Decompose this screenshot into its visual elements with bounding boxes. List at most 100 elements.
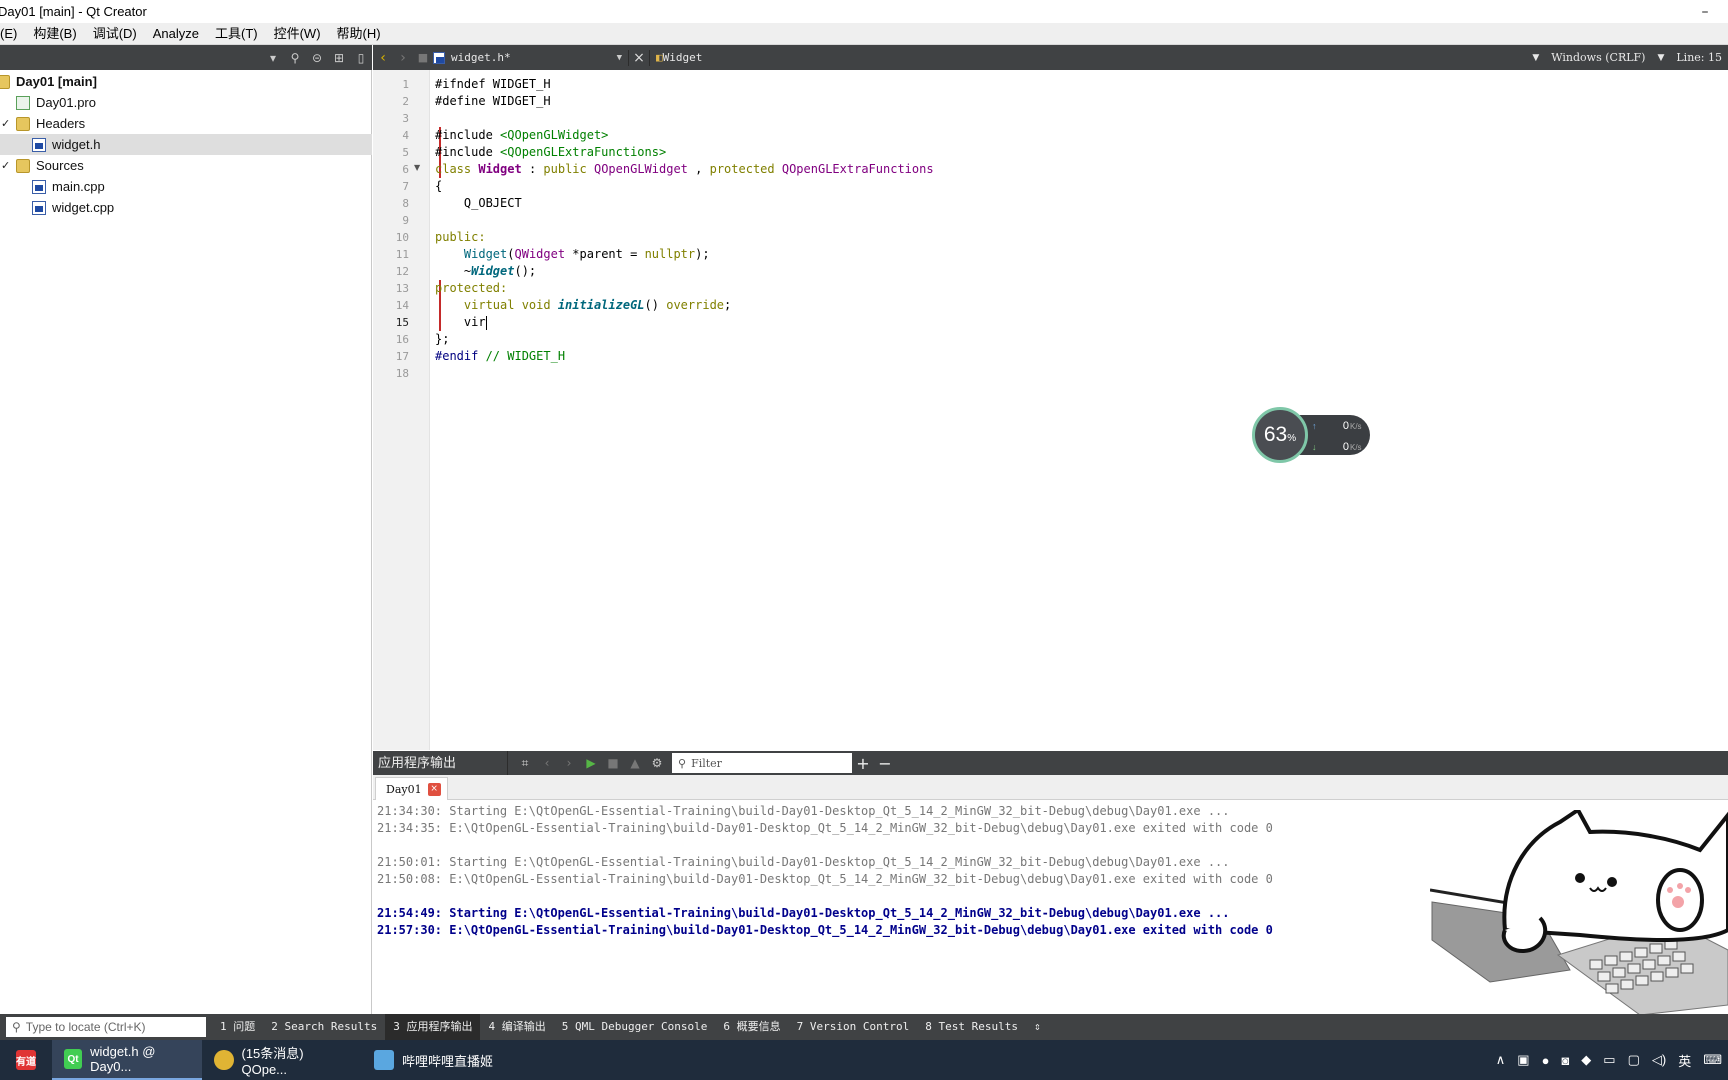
code-line-11[interactable]: Widget(QWidget *parent = nullptr); [435, 246, 710, 263]
code-text: { [435, 179, 443, 193]
menu-debug[interactable]: 调试(D) [85, 23, 145, 45]
zoom-in-icon[interactable]: + [852, 754, 874, 773]
tree-item-main-cpp[interactable]: main.cpp [0, 176, 372, 197]
tree-item-pro-file[interactable]: Day01.pro [0, 92, 372, 113]
code-line-13[interactable]: protected: [435, 280, 507, 297]
fold-arrow-icon[interactable]: ▼ [414, 163, 420, 172]
tab-issues[interactable]: 1 问题 [212, 1014, 263, 1040]
code-line-8[interactable]: Q_OBJECT [435, 195, 522, 212]
menu-controls[interactable]: 控件(W) [266, 23, 329, 45]
folder-icon [16, 116, 30, 131]
menu-build[interactable]: 构建(B) [25, 23, 84, 45]
filter-input[interactable]: ⚲ Filter [672, 753, 852, 773]
code-line-10[interactable]: public: [435, 229, 486, 246]
code-line-17[interactable]: #endif // WIDGET_H [435, 348, 565, 365]
monitor-icon[interactable]: ▢ [1622, 1052, 1646, 1068]
ime-icon[interactable]: ⌨ [1697, 1052, 1728, 1068]
chevron-down-icon[interactable]: ▼ [1526, 53, 1545, 63]
output-tab-day01[interactable]: Day01 × [375, 777, 448, 800]
tree-item-sources[interactable]: ✓ Sources [0, 155, 372, 176]
tree-item-label: widget.cpp [52, 200, 115, 215]
dropdown-icon[interactable]: ▾ [262, 51, 284, 65]
prev-icon[interactable]: ‹ [536, 756, 558, 770]
debug-icon[interactable]: ▲ [624, 756, 646, 770]
tab-general-messages[interactable]: 6 概要信息 [715, 1014, 788, 1040]
upload-speed: ↑ 0 K/s [1312, 418, 1368, 434]
close-tab-icon[interactable]: × [427, 782, 441, 796]
input-language[interactable]: 英 [1672, 1051, 1697, 1070]
stop-icon[interactable]: ■ [602, 756, 624, 770]
code-line-16[interactable]: }; [435, 331, 449, 348]
zoom-out-icon[interactable]: − [874, 754, 896, 773]
close-pane-icon[interactable]: ▯ [350, 51, 372, 65]
back-arrow-icon[interactable]: ‹ [373, 50, 393, 66]
tab-qml-debugger[interactable]: 5 QML Debugger Console [554, 1014, 716, 1040]
menu-analyze[interactable]: Analyze [145, 23, 207, 45]
attach-icon[interactable]: ⌗ [514, 756, 536, 771]
tab-search-results[interactable]: 2 Search Results [263, 1014, 385, 1040]
taskbar-qt-creator[interactable]: Qt widget.h @ Day0... [52, 1040, 202, 1080]
tree-item-project[interactable]: Day01 [main] [0, 71, 372, 92]
symbol-name: Widget [662, 51, 703, 64]
title-bar: Day01 [main] - Qt Creator – [0, 0, 1728, 23]
chevron-down-icon[interactable]: ▼ [617, 53, 622, 63]
chevron-up-icon[interactable]: ∧ [1490, 1052, 1512, 1068]
volume-icon[interactable]: ◁) [1646, 1052, 1672, 1068]
taskbar-bilibili[interactable]: 哔哩哔哩直播姬 [362, 1040, 512, 1080]
output-pane-title: 应用程序输出 [373, 751, 508, 775]
code-line-5[interactable]: #include <QOpenGLExtraFunctions> [435, 144, 666, 161]
tree-item-headers[interactable]: ✓ Headers [0, 113, 372, 134]
menu-tools[interactable]: 工具(T) [207, 23, 266, 45]
camera-icon[interactable]: ◙ [1555, 1053, 1575, 1068]
close-document-icon[interactable]: × [628, 49, 650, 66]
expand-arrows-icon[interactable]: ⇕ [1026, 1014, 1049, 1040]
code-line-15[interactable]: vir [435, 314, 487, 331]
taskbar-chrome[interactable]: (15条消息) QOpe... [202, 1040, 362, 1080]
microphone-icon[interactable]: ● [1536, 1053, 1556, 1068]
line-ending-selector[interactable]: Windows (CRLF) [1545, 51, 1651, 64]
locator-input[interactable]: ⚲ Type to locate (Ctrl+K) [6, 1017, 206, 1037]
code-line-6[interactable]: class Widget : public QOpenGLWidget , pr… [435, 161, 934, 178]
code-line-7[interactable]: { [435, 178, 442, 195]
expand-arrow-icon[interactable]: ✓ [1, 117, 10, 130]
link-icon[interactable]: ⊝ [306, 51, 328, 65]
code-line-12[interactable]: ~Widget(); [435, 263, 536, 280]
run-icon[interactable]: ▶ [580, 756, 602, 770]
tab-version-control[interactable]: 7 Version Control [789, 1014, 918, 1040]
split-icon[interactable]: ⊞ [328, 51, 350, 65]
app-badge: Qt [67, 1053, 79, 1065]
settings-icon[interactable]: ⚙ [646, 756, 668, 770]
taskbar-youdao[interactable]: 有道 [0, 1040, 52, 1080]
download-speed: ↓ 0 K/s [1312, 439, 1368, 455]
code-line-4[interactable]: #include <QOpenGLWidget> [435, 127, 608, 144]
network-icon[interactable]: ▣ [1511, 1052, 1535, 1068]
code-line-1[interactable]: #ifndef WIDGET_H [435, 76, 551, 93]
code-keyword: protected [709, 162, 782, 176]
menu-edit[interactable]: (E) [0, 23, 25, 45]
lock-icon[interactable]: ■ [413, 51, 433, 64]
display-icon[interactable]: ▭ [1597, 1052, 1621, 1068]
tree-item-widget-h[interactable]: widget.h [0, 134, 372, 155]
line-info[interactable]: Line: 15 [1670, 51, 1728, 64]
code-text: ; [724, 298, 732, 312]
minimize-button[interactable]: – [1682, 0, 1728, 23]
shield-icon[interactable]: ◆ [1575, 1052, 1597, 1068]
menu-help[interactable]: 帮助(H) [329, 23, 389, 45]
network-speed-widget[interactable]: 63% ↑ 0 K/s ↓ 0 K/s [1252, 407, 1370, 463]
tab-test-results[interactable]: 8 Test Results [917, 1014, 1026, 1040]
expand-arrow-icon[interactable]: ✓ [1, 159, 10, 172]
document-selector[interactable]: widget.h* ▼ [433, 51, 628, 64]
next-icon[interactable]: › [558, 756, 580, 770]
bilibili-icon [374, 1050, 394, 1070]
chevron-down-icon[interactable]: ▼ [1651, 53, 1670, 63]
tab-compile-output[interactable]: 4 编译输出 [480, 1014, 553, 1040]
forward-arrow-icon[interactable]: › [393, 50, 413, 66]
code-line-14[interactable]: virtual void initializeGL() override; [435, 297, 731, 314]
symbol-selector[interactable]: ◧Widget [656, 51, 702, 64]
tree-item-widget-cpp[interactable]: widget.cpp [0, 197, 372, 218]
code-line-2[interactable]: #define WIDGET_H [435, 93, 551, 110]
filter-icon[interactable]: ⚲ [284, 51, 306, 65]
status-bar: ⚲ Type to locate (Ctrl+K) 1 问题 2 Search … [0, 1014, 1728, 1040]
folder-icon [16, 158, 30, 173]
tab-application-output[interactable]: 3 应用程序输出 [385, 1014, 481, 1040]
